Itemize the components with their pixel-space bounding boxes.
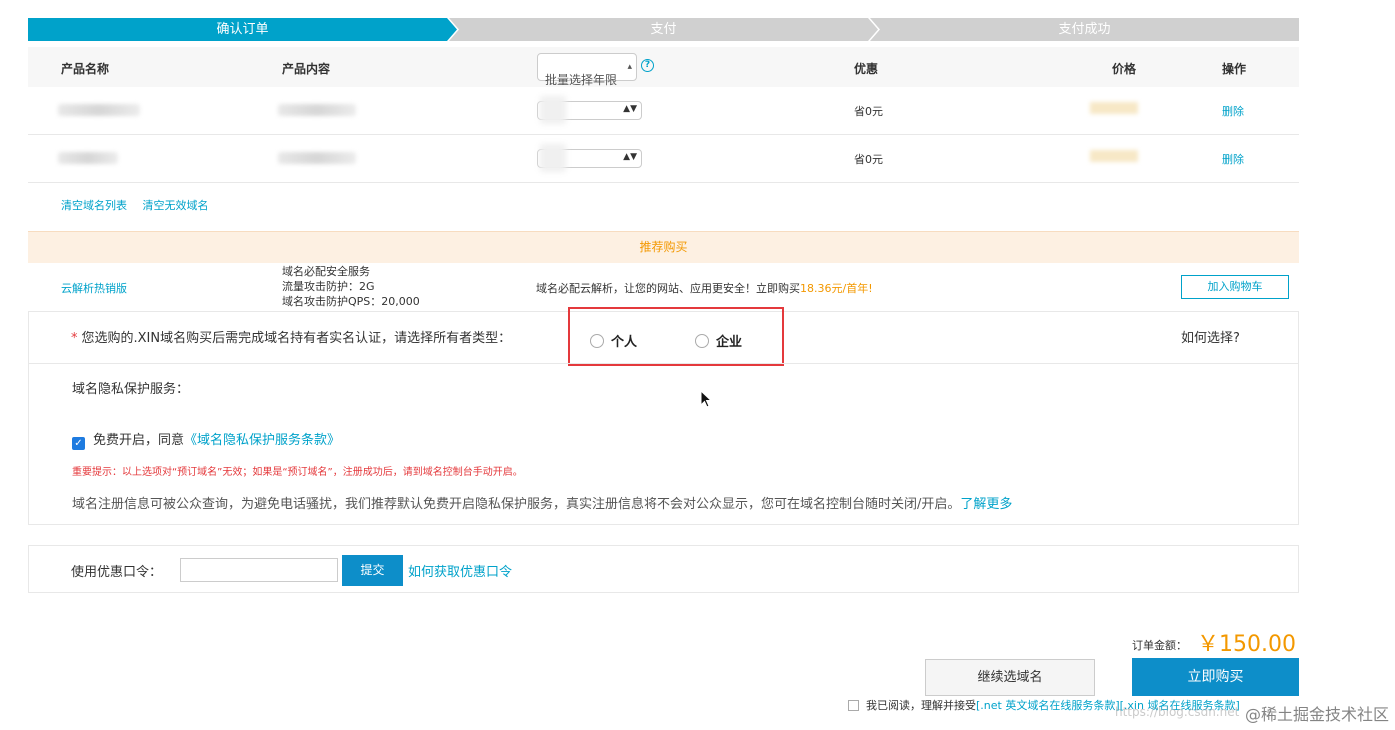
recommend-price: 18.36元/首年!: [800, 282, 873, 295]
required-mark: *: [71, 331, 78, 346]
owner-type-question: * 您选购的.XIN域名购买后需完成域名持有者实名认证，请选择所有者类型：: [71, 331, 512, 346]
year-select[interactable]: ▲▼: [537, 96, 642, 124]
header-product-content: 产品内容: [282, 62, 331, 76]
order-total-label: 订单金额：: [1132, 639, 1187, 652]
privacy-info: 域名注册信息可被公众查询，为避免电话骚扰，我们推荐默认免费开启隐私保护服务，真实…: [72, 497, 1013, 512]
continue-select-domain-button[interactable]: 继续选域名: [925, 659, 1095, 696]
terms-checkbox[interactable]: [848, 700, 859, 711]
header-price: 价格: [1112, 62, 1137, 76]
product-content-redacted: [278, 152, 356, 164]
privacy-terms-link[interactable]: 《域名隐私保护服务条款》: [184, 433, 340, 448]
table-row: ▲▼ 省0元 删除: [28, 87, 1299, 135]
coupon-label: 使用优惠口令：: [71, 565, 163, 580]
table-header: 产品名称 产品内容 批量选择年限 ▴ ? 优惠 价格 操作: [28, 47, 1299, 87]
owner-privacy-panel: * 您选购的.XIN域名购买后需完成域名持有者实名认证，请选择所有者类型： 个人 …: [28, 307, 1299, 525]
recommend-title: 推荐购买: [28, 231, 1299, 263]
delete-link[interactable]: 删除: [1222, 103, 1244, 119]
table-row: ▲▼ 省0元 删除: [28, 135, 1299, 183]
how-to-get-coupon-link[interactable]: 如何获取优惠口令: [408, 561, 512, 580]
order-total-amount: ￥150.00: [1197, 632, 1296, 657]
product-content-redacted: [278, 104, 356, 116]
radio-circle-icon: [695, 334, 709, 348]
recommend-spec: 域名必配安全服务 流量攻击防护：2G 域名攻击防护QPS：20,000: [282, 265, 420, 308]
divider: [29, 363, 1298, 364]
delete-link[interactable]: 删除: [1222, 151, 1244, 167]
step-payment: 支付: [449, 18, 878, 41]
year-select[interactable]: ▲▼: [537, 144, 642, 172]
price-redacted: [1090, 102, 1138, 114]
discount-value: 省0元: [854, 105, 883, 118]
header-action: 操作: [1222, 62, 1247, 76]
recommend-description: 域名必配云解析，让您的网站、应用更安全！立即购买18.36元/首年!: [536, 282, 873, 295]
step-payment-success: 支付成功: [870, 18, 1299, 41]
important-notice: 重要提示：以上选项对“预订域名”无效；如果是“预订域名”，注册成功后，请到域名控…: [72, 467, 523, 478]
privacy-checkbox-row[interactable]: ✓ 免费开启，同意《域名隐私保护服务条款》: [72, 429, 340, 450]
learn-more-link[interactable]: 了解更多: [960, 497, 1012, 512]
buy-now-button[interactable]: 立即购买: [1132, 658, 1299, 696]
header-discount: 优惠: [854, 62, 879, 76]
radio-circle-icon: [590, 334, 604, 348]
product-name-redacted: [58, 152, 118, 164]
price-redacted: [1090, 150, 1138, 162]
select-arrows-icon: ▴: [627, 62, 632, 72]
owner-type-highlight: 个人 企业: [568, 307, 784, 366]
watermark-url: https://blog.csdn.net: [1115, 705, 1240, 719]
radio-individual[interactable]: 个人: [590, 331, 637, 350]
how-to-choose-link[interactable]: 如何选择?: [1181, 327, 1240, 346]
coupon-panel: 使用优惠口令： 提交 如何获取优惠口令: [28, 545, 1299, 593]
privacy-title: 域名隐私保护服务：: [72, 382, 190, 397]
discount-value: 省0元: [854, 153, 883, 166]
clear-domain-list-link[interactable]: 清空域名列表: [61, 199, 127, 212]
header-product-name: 产品名称: [61, 62, 110, 76]
recommend-row: 云解析热销版 域名必配安全服务 流量攻击防护：2G 域名攻击防护QPS：20,0…: [28, 263, 1299, 309]
clear-invalid-domains-link[interactable]: 清空无效域名: [143, 199, 209, 212]
add-to-cart-button[interactable]: 加入购物车: [1181, 275, 1289, 299]
select-arrows-icon: ▲▼: [623, 152, 637, 162]
watermark: @稀土掘金技术社区: [1244, 705, 1389, 724]
step-confirm-order: 确认订单: [28, 18, 457, 41]
product-name-redacted: [58, 104, 140, 116]
radio-enterprise[interactable]: 企业: [695, 331, 742, 350]
coupon-submit-button[interactable]: 提交: [342, 555, 403, 586]
batch-year-select[interactable]: 批量选择年限 ▴: [537, 53, 637, 87]
clear-links: 清空域名列表 清空无效域名: [61, 197, 221, 213]
mouse-cursor-icon: [700, 390, 713, 408]
recommend-product-link[interactable]: 云解析热销版: [61, 280, 127, 296]
select-arrows-icon: ▲▼: [623, 104, 637, 114]
coupon-input[interactable]: [180, 558, 338, 582]
progress-steps: 确认订单 支付 支付成功: [28, 18, 1299, 41]
help-icon[interactable]: ?: [641, 59, 654, 72]
checkbox-checked-icon[interactable]: ✓: [72, 437, 85, 450]
